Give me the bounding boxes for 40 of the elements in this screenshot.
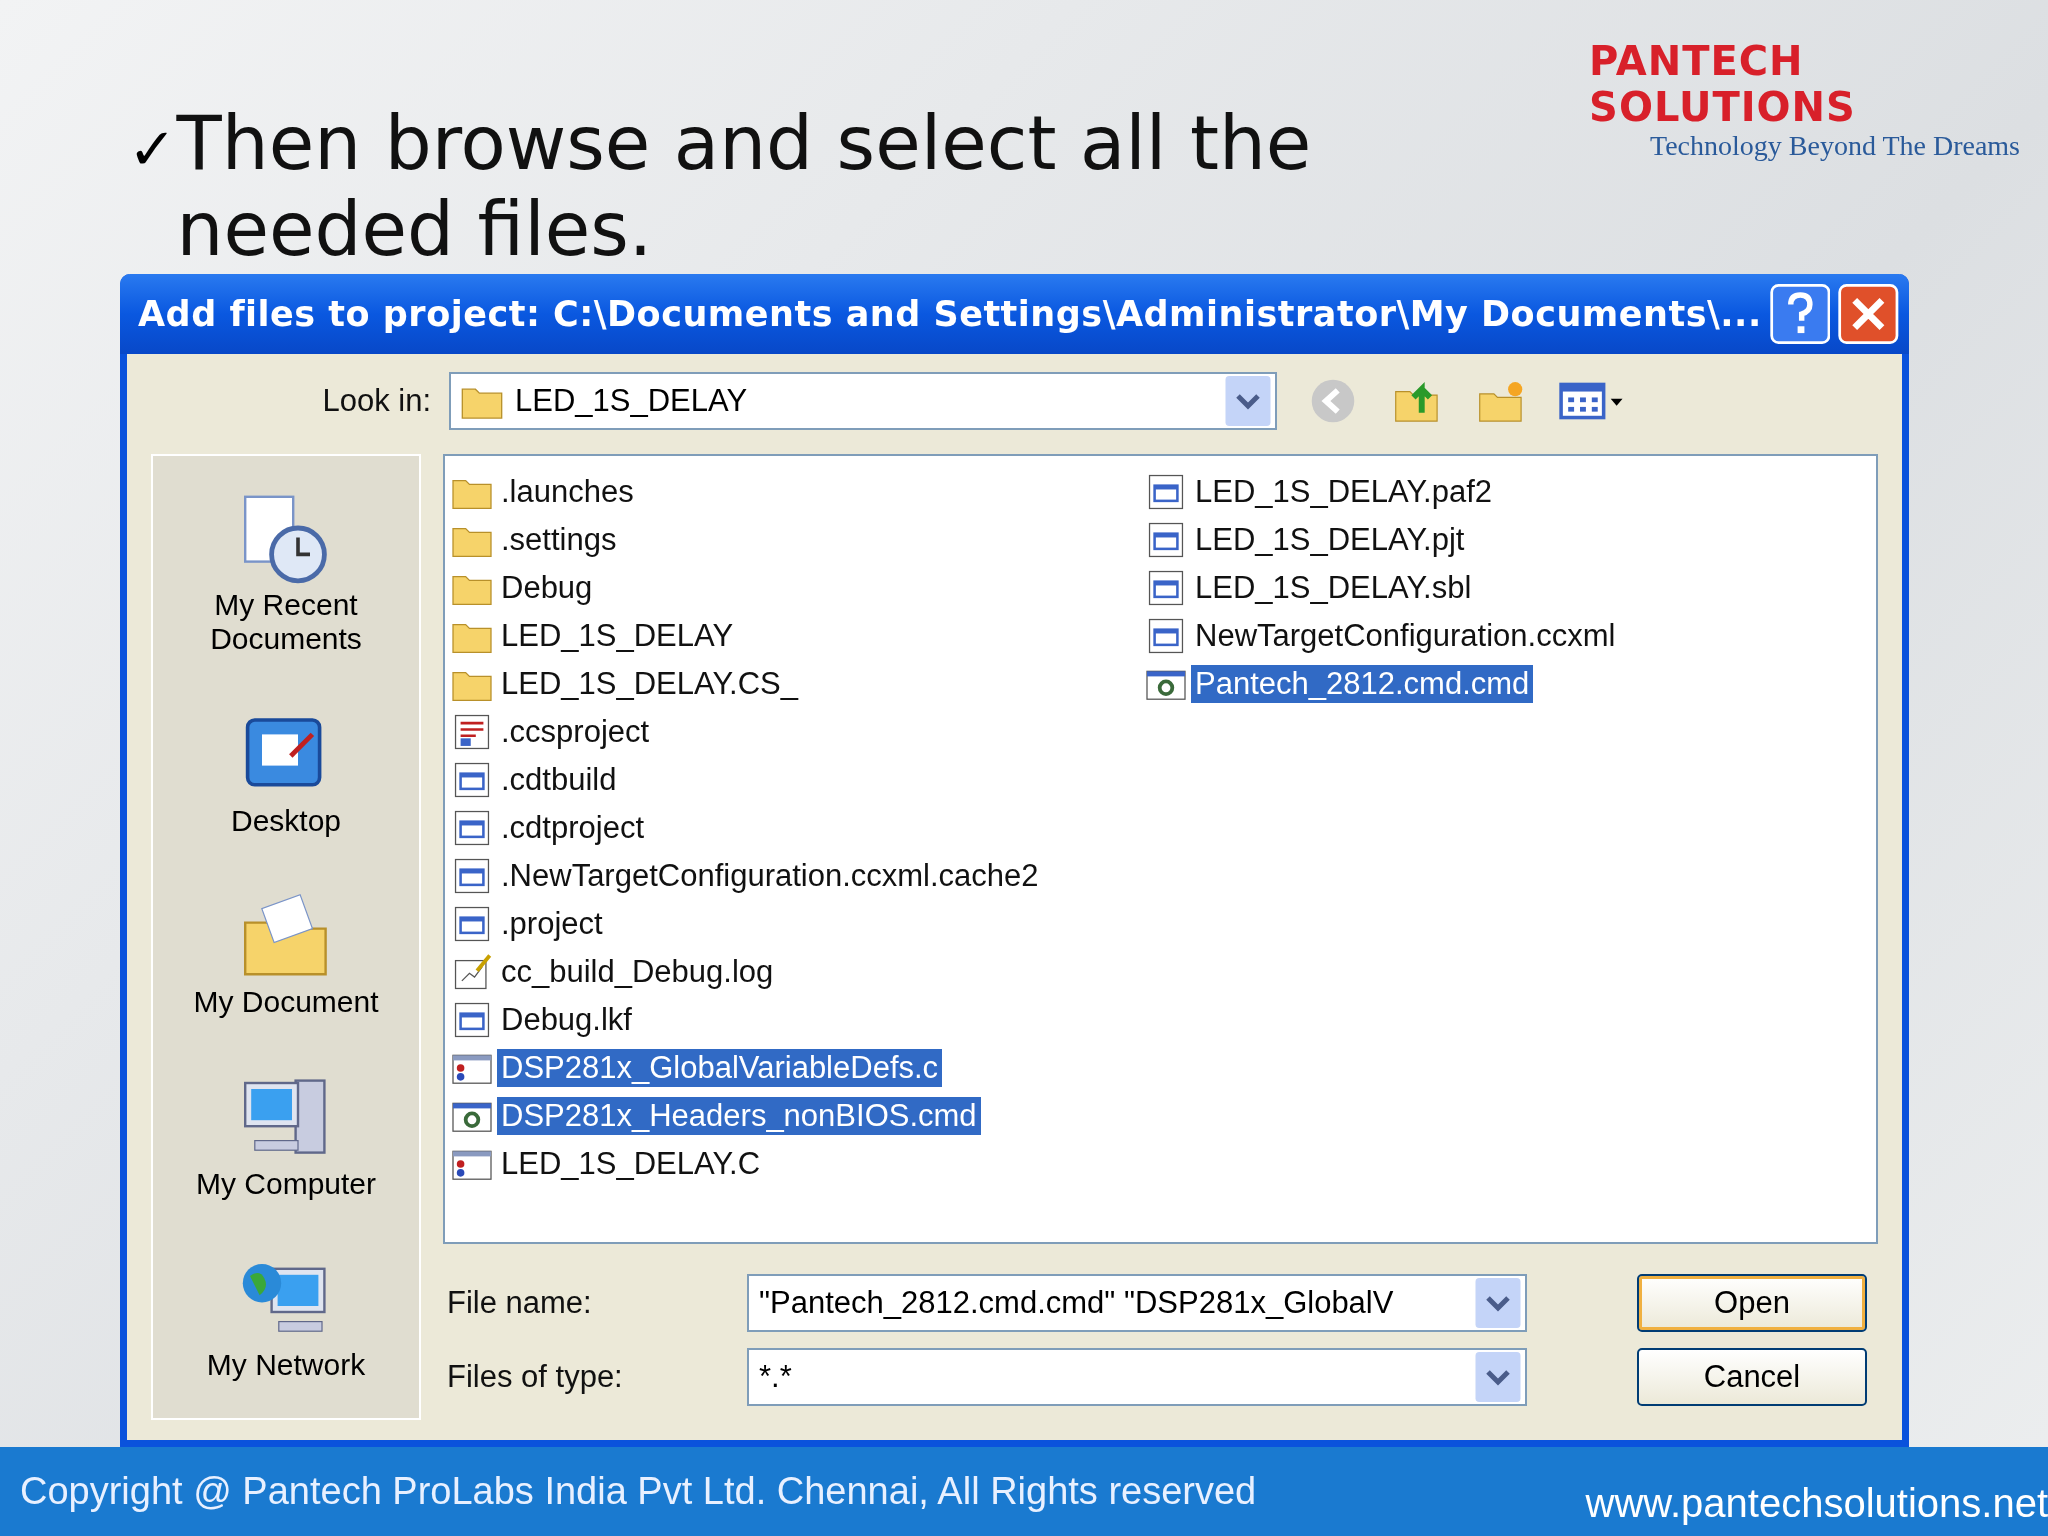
files-of-type-label: Files of type: — [446, 1359, 624, 1395]
file-list-item[interactable]: cc_build_Debug.log — [451, 948, 1145, 996]
look-in-dropdown[interactable]: LED_1S_DELAY — [449, 372, 1277, 430]
file-list-item[interactable]: .launches — [451, 468, 1145, 516]
file-type-dropdown[interactable]: *.* — [747, 1348, 1527, 1406]
file-list-item[interactable]: Debug.lkf — [451, 996, 1145, 1044]
cancel-button[interactable]: Cancel — [1637, 1348, 1867, 1406]
look-in-label: Look in: — [321, 383, 431, 419]
file-list-item[interactable]: LED_1S_DELAY.paf2 — [1145, 468, 1870, 516]
website-text: www.pantechsolutions.net — [1585, 1481, 2048, 1527]
places-item[interactable]: My Network — [206, 1252, 366, 1383]
window-title: Add files to project: C:\Documents and Settings\Administrator\My Documents\... — [138, 294, 1762, 334]
file-list-item[interactable]: LED_1S_DELAY.CS_ — [451, 660, 1145, 708]
file-list-item[interactable]: LED_1S_DELAY.pjt — [1145, 516, 1870, 564]
file-list-item[interactable]: Pantech_2812.cmd.cmd — [1145, 660, 1870, 708]
slide-heading: Then browse and select all the needed files. — [176, 100, 1313, 272]
file-list-item[interactable]: Debug — [451, 564, 1145, 612]
copyright-text: Copyright @ Pantech ProLabs India Pvt Ltd. Chennai, All Rights reserved — [20, 1470, 1257, 1513]
file-list-item[interactable]: .cdtproject — [451, 804, 1145, 852]
logo-tagline: Technology Beyond The Dreams — [1650, 130, 2020, 162]
file-list-item[interactable]: NewTargetConfiguration.ccxml — [1145, 612, 1870, 660]
help-button[interactable] — [1769, 284, 1831, 344]
file-list-item[interactable]: LED_1S_DELAY — [451, 612, 1145, 660]
file-list-item[interactable]: LED_1S_DELAY.sbl — [1145, 564, 1870, 612]
file-list-item[interactable]: .NewTargetConfiguration.ccxml.cache2 — [451, 852, 1145, 900]
file-name-field[interactable]: "Pantech_2812.cmd.cmd" "DSP281x_GlobalV — [747, 1274, 1527, 1332]
close-button[interactable] — [1838, 284, 1899, 344]
places-item[interactable]: My Document — [193, 889, 379, 1020]
places-item[interactable]: Desktop — [230, 707, 342, 838]
file-list-item[interactable]: .cdtbuild — [451, 756, 1145, 804]
places-item[interactable]: My Computer — [195, 1070, 376, 1201]
file-list-item[interactable]: .project — [451, 900, 1145, 948]
file-name-label: File name: — [446, 1285, 593, 1321]
open-button[interactable]: Open — [1637, 1274, 1867, 1332]
file-list-item[interactable]: .ccsproject — [451, 708, 1145, 756]
places-item[interactable]: My Recent Documents — [153, 491, 419, 657]
logo-text: PANTECH SOLUTIONS — [1589, 38, 1857, 130]
file-list-item[interactable]: LED_1S_DELAY.C — [451, 1140, 1145, 1188]
file-list-item[interactable]: .settings — [451, 516, 1145, 564]
check-mark: ✓ — [128, 115, 177, 183]
